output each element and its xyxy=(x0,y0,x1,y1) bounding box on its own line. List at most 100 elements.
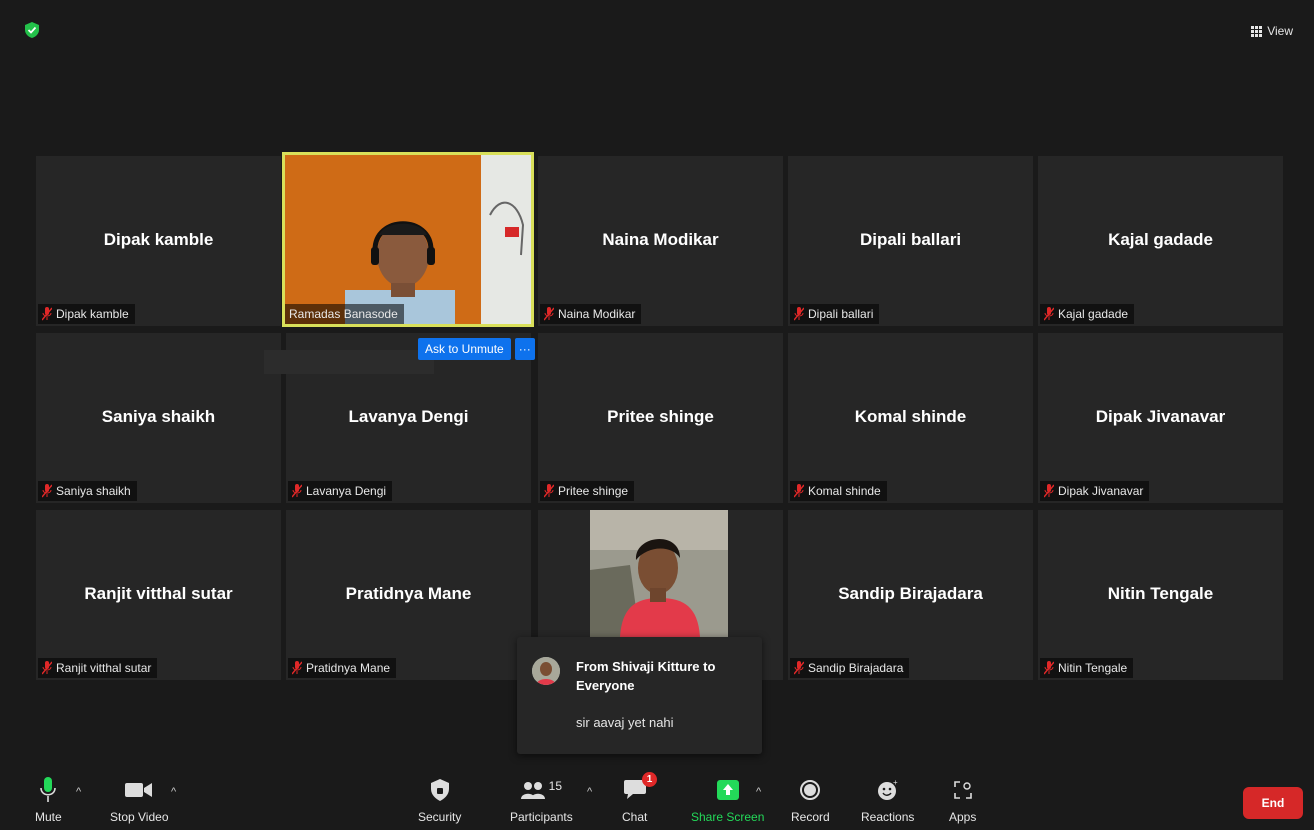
profile-picture xyxy=(590,510,728,637)
apps-button[interactable]: Apps xyxy=(949,776,976,824)
mic-muted-icon xyxy=(292,484,302,498)
name-label-text: Kajal gadade xyxy=(1058,307,1129,321)
video-tile-active-speaker[interactable]: Ramadas Banasode xyxy=(282,152,534,327)
mic-muted-icon xyxy=(42,661,52,675)
chat-bubble-icon: 1 xyxy=(622,772,657,804)
mic-muted-icon xyxy=(794,484,804,498)
name-label: Naina Modikar xyxy=(540,304,642,324)
participant-name: Lavanya Dengi xyxy=(348,407,469,426)
participant-name: Naina Modikar xyxy=(602,230,719,249)
profile-photo-image xyxy=(590,510,728,637)
participant-tile[interactable]: Saniya shaikh Saniya shaikh xyxy=(36,333,281,503)
mic-muted-icon xyxy=(544,307,554,321)
participant-name: Nitin Tengale xyxy=(1107,584,1214,603)
smiley-icon: + xyxy=(861,776,914,804)
name-label-text: Dipak kamble xyxy=(56,307,129,321)
end-meeting-button[interactable]: End xyxy=(1243,787,1303,819)
mic-muted-icon xyxy=(42,484,52,498)
participant-name: Sandip Birajadara xyxy=(838,584,983,603)
audio-options-chevron-icon[interactable]: ^ xyxy=(76,786,81,798)
video-tile-controls: Ask to Unmute ··· xyxy=(418,338,535,360)
participant-tile[interactable]: Komal shinde Komal shinde xyxy=(788,333,1033,503)
participant-tile[interactable]: Ranjit vitthal sutar Ranjit vitthal suta… xyxy=(36,510,281,680)
name-label: Sandip Birajadara xyxy=(790,658,910,678)
mic-muted-icon xyxy=(1044,661,1054,675)
participant-tile[interactable]: Dipak Jivanavar Dipak Jivanavar xyxy=(1038,333,1283,503)
security-label: Security xyxy=(418,810,462,824)
participant-name: Ranjit vitthal sutar xyxy=(84,584,233,603)
shield-icon xyxy=(418,776,461,804)
name-label-text: Sandip Birajadara xyxy=(808,661,904,675)
participant-name: Dipali ballari xyxy=(859,230,962,249)
name-label: Ranjit vitthal sutar xyxy=(38,658,158,678)
ghost-overlay xyxy=(264,350,434,374)
share-options-chevron-icon[interactable]: ^ xyxy=(756,786,761,798)
participants-button[interactable]: 15 Participants xyxy=(510,776,573,824)
chat-sender: From Shivaji Kitture to Everyone xyxy=(576,659,716,693)
chat-unread-badge: 1 xyxy=(642,772,657,787)
apps-label: Apps xyxy=(949,810,977,824)
meeting-toolbar: Mute ^ Stop Video ^ Security 15 Particip… xyxy=(7,760,1307,826)
name-label: Nitin Tengale xyxy=(1040,658,1134,678)
microphone-icon xyxy=(35,776,62,804)
name-label: Pratidnya Mane xyxy=(288,658,397,678)
participant-tile[interactable]: Dipali ballari Dipali ballari xyxy=(788,156,1033,326)
record-label: Record xyxy=(791,810,830,824)
participant-tile[interactable]: Naina Modikar Naina Modikar xyxy=(538,156,783,326)
name-label-text: Ranjit vitthal sutar xyxy=(56,661,152,675)
video-camera-icon xyxy=(110,776,169,804)
participant-tile[interactable]: Pritee shinge Pritee shinge xyxy=(538,333,783,503)
ask-to-unmute-button[interactable]: Ask to Unmute xyxy=(418,338,511,360)
name-label: Pritee shinge xyxy=(540,481,635,501)
name-label: Kajal gadade xyxy=(1040,304,1135,324)
name-label: Ramadas Banasode xyxy=(285,304,404,324)
security-button[interactable]: Security xyxy=(418,776,461,824)
participant-tile[interactable]: Kajal gadade Kajal gadade xyxy=(1038,156,1283,326)
name-label: Dipak kamble xyxy=(38,304,135,324)
avatar-image xyxy=(532,657,560,685)
name-label: Saniya shaikh xyxy=(38,481,137,501)
mute-button[interactable]: Mute xyxy=(35,776,62,824)
name-label: Dipak Jivanavar xyxy=(1040,481,1150,501)
participants-options-chevron-icon[interactable]: ^ xyxy=(587,786,592,798)
mic-muted-icon xyxy=(1044,484,1054,498)
participants-icon: 15 xyxy=(510,776,573,804)
reactions-button[interactable]: + Reactions xyxy=(861,776,914,824)
participant-tile[interactable]: Pratidnya Mane Pratidnya Mane xyxy=(286,510,531,680)
mic-muted-icon xyxy=(292,661,302,675)
participant-name: Saniya shaikh xyxy=(101,407,216,426)
participant-tile[interactable]: Sandip Birajadara Sandip Birajadara xyxy=(788,510,1033,680)
record-button[interactable]: Record xyxy=(791,776,830,824)
participant-tile[interactable]: Dipak kamble Dipak kamble xyxy=(36,156,281,326)
view-button[interactable]: View xyxy=(1251,24,1293,38)
participant-name: Kajal gadade xyxy=(1108,230,1213,249)
participant-video xyxy=(285,155,531,324)
participant-name: Pratidnya Mane xyxy=(345,584,472,603)
name-label-text: Naina Modikar xyxy=(558,307,636,321)
svg-text:+: + xyxy=(893,779,898,787)
participant-tile[interactable]: Nitin Tengale Nitin Tengale xyxy=(1038,510,1283,680)
share-screen-button[interactable]: Share Screen xyxy=(691,776,764,824)
name-label-text: Saniya shaikh xyxy=(56,484,131,498)
name-label-text: Pritee shinge xyxy=(558,484,629,498)
view-label: View xyxy=(1267,24,1293,38)
mic-muted-icon xyxy=(794,307,804,321)
video-options-chevron-icon[interactable]: ^ xyxy=(171,786,176,798)
participant-name: Pritee shinge xyxy=(607,407,714,426)
mic-muted-icon xyxy=(544,484,554,498)
stop-video-label: Stop Video xyxy=(110,810,169,824)
chat-notification[interactable]: From Shivaji Kitture to Everyone sir aav… xyxy=(517,637,762,754)
participant-name: Komal shinde xyxy=(854,407,967,426)
share-screen-label: Share Screen xyxy=(691,810,765,824)
name-label: Komal shinde xyxy=(790,481,887,501)
name-label-text: Pratidnya Mane xyxy=(306,661,391,675)
avatar xyxy=(532,657,560,685)
record-icon xyxy=(791,776,830,804)
more-options-button[interactable]: ··· xyxy=(514,338,535,360)
participant-name: Dipak kamble xyxy=(103,230,214,249)
chat-button[interactable]: 1 Chat xyxy=(622,772,657,824)
stop-video-button[interactable]: Stop Video xyxy=(110,776,169,824)
name-label-text: Lavanya Dengi xyxy=(306,484,387,498)
mic-muted-icon xyxy=(1044,307,1054,321)
encryption-shield-icon[interactable] xyxy=(25,22,39,38)
